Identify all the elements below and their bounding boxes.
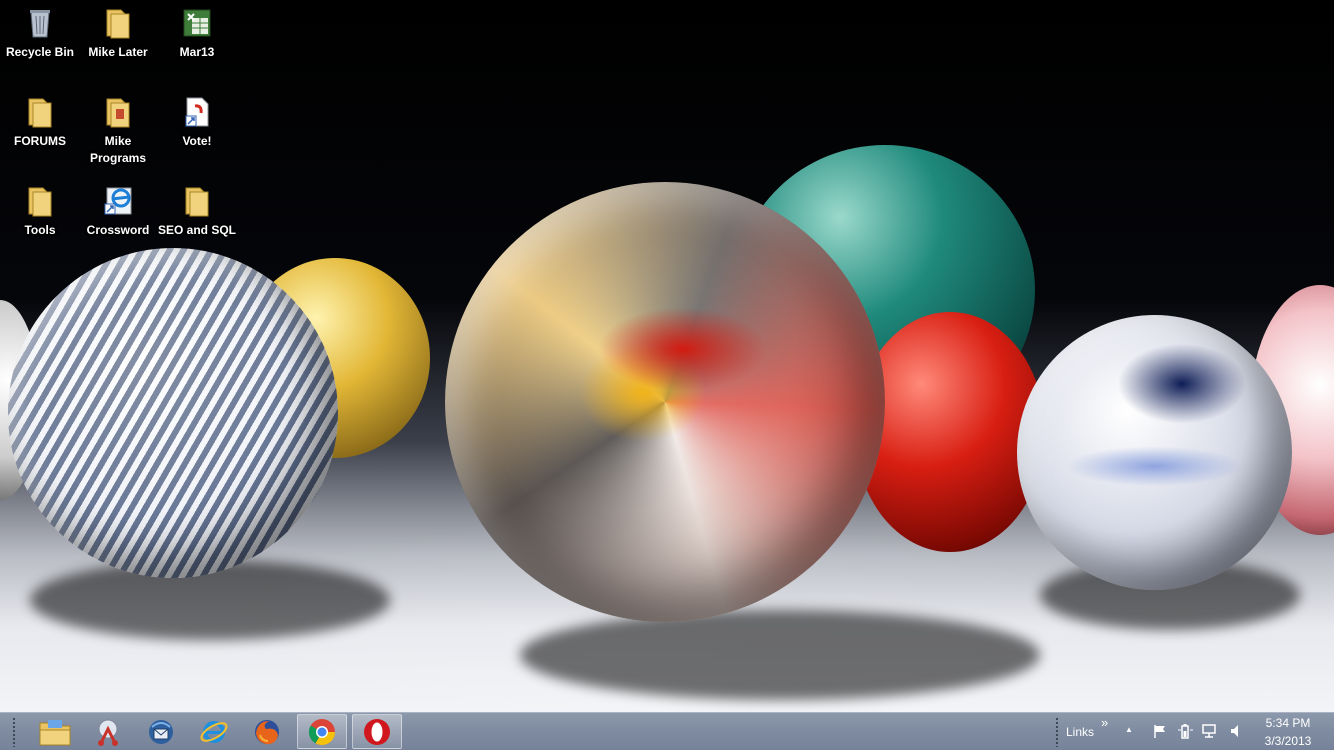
- recycle-bin-icon: [23, 6, 57, 40]
- taskbar-thunderbird-button[interactable]: [136, 714, 186, 749]
- taskbar-grip[interactable]: [12, 717, 16, 747]
- opera-icon: [364, 718, 390, 745]
- desktop-icon-label: Mike Later: [88, 45, 148, 59]
- desktop-icon-mar13[interactable]: Mar13: [157, 4, 237, 84]
- desktop-icon-tools[interactable]: Tools: [0, 182, 80, 262]
- desktop-icon-label: Crossword: [86, 223, 150, 237]
- desktop-icon-label: Mike Programs: [89, 134, 147, 165]
- snipping-tool-icon: [98, 719, 118, 746]
- network-icon[interactable]: [1202, 723, 1218, 739]
- links-chevron-icon[interactable]: »: [1101, 715, 1108, 730]
- links-toolbar-label[interactable]: Links: [1066, 725, 1094, 739]
- spreadsheet-icon: [180, 6, 214, 40]
- desktop-icon-label: Tools: [24, 223, 56, 237]
- volume-speaker-icon[interactable]: [1228, 723, 1244, 739]
- folder-icon: [180, 184, 214, 218]
- wallpaper-red-marble: [855, 312, 1045, 552]
- folder-icon: [23, 184, 57, 218]
- links-toolbar-grip[interactable]: [1055, 717, 1059, 747]
- folder-icon: [101, 95, 135, 129]
- shortcut-document-icon: [180, 95, 214, 129]
- taskbar-opera-button[interactable]: [352, 714, 402, 749]
- taskbar-snipping-tool-button[interactable]: [83, 714, 133, 749]
- taskbar-firefox-button[interactable]: [242, 714, 292, 749]
- internet-explorer-icon: [200, 720, 228, 743]
- desktop-icon-label: FORUMS: [14, 134, 66, 148]
- chrome-icon: [308, 718, 336, 745]
- desktop-icon-crossword[interactable]: Crossword: [78, 182, 158, 262]
- desktop-icon-label: Vote!: [182, 134, 212, 148]
- taskbar-chrome-button[interactable]: [297, 714, 347, 749]
- clock-time[interactable]: 5:34 PM: [1256, 716, 1320, 730]
- wallpaper-striped-marble: [8, 248, 338, 578]
- show-hidden-icons-button[interactable]: ▲: [1125, 725, 1133, 734]
- shortcut-internet-explorer-icon: [101, 184, 135, 218]
- wallpaper-blue-marble: [1017, 315, 1292, 590]
- taskbar-internet-explorer-button[interactable]: [189, 714, 239, 749]
- clock-date[interactable]: 3/3/2013: [1256, 734, 1320, 748]
- folder-icon: [101, 6, 135, 40]
- desktop-icon-label: Recycle Bin: [5, 45, 75, 59]
- firefox-icon: [255, 719, 279, 744]
- thunderbird-icon: [149, 719, 173, 744]
- file-explorer-icon: [39, 719, 71, 745]
- desktop-icon-recycle-bin[interactable]: Recycle Bin: [0, 4, 80, 84]
- desktop[interactable]: Recycle Bin Mike Later Mar13 FORUMS Mike…: [0, 0, 1334, 712]
- taskbar: Links » ▲ 5:34 PM 3/3/2013: [0, 712, 1334, 750]
- desktop-icon-mike-programs[interactable]: Mike Programs: [78, 93, 158, 173]
- action-center-flag-icon[interactable]: [1152, 723, 1168, 739]
- desktop-icon-label: Mar13: [179, 45, 215, 59]
- desktop-icon-label: SEO and SQL: [157, 223, 236, 237]
- desktop-icon-seo-and-sql[interactable]: SEO and SQL: [157, 182, 237, 262]
- desktop-icon-vote[interactable]: Vote!: [157, 93, 237, 173]
- folder-icon: [23, 95, 57, 129]
- desktop-icon-mike-later[interactable]: Mike Later: [78, 4, 158, 84]
- wallpaper-swirl-marble: [445, 182, 885, 622]
- desktop-icon-forums[interactable]: FORUMS: [0, 93, 80, 173]
- power-battery-icon[interactable]: [1177, 723, 1193, 739]
- taskbar-file-explorer-button[interactable]: [30, 714, 80, 749]
